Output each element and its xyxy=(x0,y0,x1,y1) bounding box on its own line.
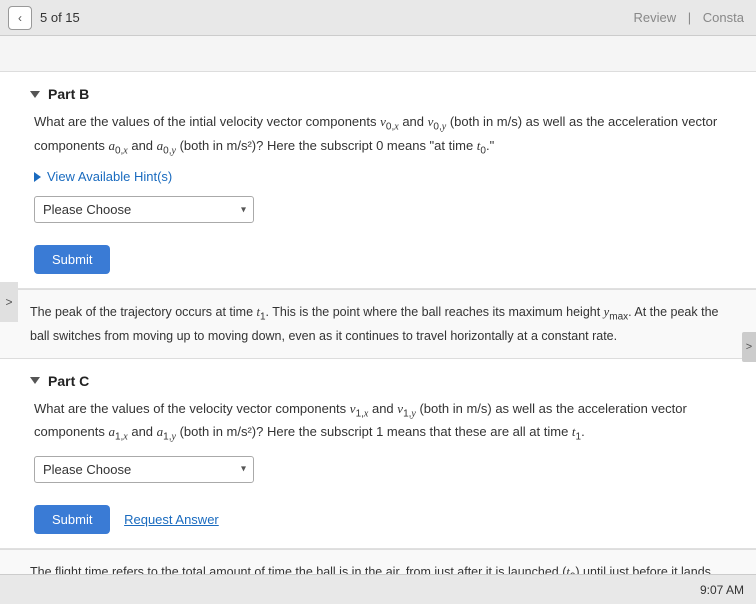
part-b-title: Part B xyxy=(48,86,89,102)
part-c-title: Part C xyxy=(48,373,89,389)
part-b-info-text: The peak of the trajectory occurs at tim… xyxy=(30,305,719,343)
part-c-submit-button[interactable]: Submit xyxy=(34,505,110,534)
hint-label: View Available Hint(s) xyxy=(47,169,172,184)
time-display: 9:07 AM xyxy=(700,583,744,597)
review-label: Review xyxy=(634,10,677,25)
top-bar: ‹ 5 of 15 Review | Consta xyxy=(0,0,756,36)
back-button[interactable]: ‹ xyxy=(8,6,32,30)
part-c-body: What are the values of the velocity vect… xyxy=(30,399,736,534)
part-b-body: What are the values of the intial veloci… xyxy=(30,112,736,274)
part-c-section: Part C What are the values of the veloci… xyxy=(0,359,756,549)
part-c-info-box: The flight time refers to the total amou… xyxy=(0,549,756,574)
back-icon: ‹ xyxy=(18,11,22,25)
left-expand-arrow[interactable]: > xyxy=(0,282,18,322)
part-b-header: Part B xyxy=(30,86,736,102)
part-c-request-button[interactable]: Request Answer xyxy=(124,512,219,527)
consta-label: Consta xyxy=(703,10,744,25)
part-b-section: Part B What are the values of the intial… xyxy=(0,72,756,289)
part-b-select-wrap: Please Choose ▾ xyxy=(34,196,254,223)
part-b-submit-button[interactable]: Submit xyxy=(34,245,110,274)
side-expand-arrow[interactable]: > xyxy=(742,332,756,362)
hint-link[interactable]: View Available Hint(s) xyxy=(34,169,736,184)
side-arrow-icon: > xyxy=(746,341,752,353)
part-c-question: What are the values of the velocity vect… xyxy=(34,399,736,446)
left-arrow-icon: > xyxy=(5,295,12,309)
review-link[interactable]: Review | Consta xyxy=(630,10,748,25)
part-b-toggle[interactable] xyxy=(30,91,40,98)
part-c-select[interactable]: Please Choose xyxy=(34,456,254,483)
part-b-info-box: The peak of the trajectory occurs at tim… xyxy=(0,289,756,359)
part-c-actions: Submit Request Answer xyxy=(34,505,736,534)
part-c-header: Part C xyxy=(30,373,736,389)
part-c-info-text: The flight time refers to the total amou… xyxy=(30,565,725,574)
page-count: 5 of 15 xyxy=(40,10,80,25)
part-b-actions: Submit xyxy=(34,245,736,274)
main-content: Part B What are the values of the intial… xyxy=(0,72,756,574)
separator: | xyxy=(688,10,695,25)
part-b-question: What are the values of the intial veloci… xyxy=(34,112,736,159)
part-c-toggle[interactable] xyxy=(30,377,40,384)
part-b-select[interactable]: Please Choose xyxy=(34,196,254,223)
hint-triangle-icon xyxy=(34,172,41,182)
part-c-select-wrap: Please Choose ▾ xyxy=(34,456,254,483)
secondary-bar xyxy=(0,36,756,72)
bottom-bar: 9:07 AM xyxy=(0,574,756,604)
